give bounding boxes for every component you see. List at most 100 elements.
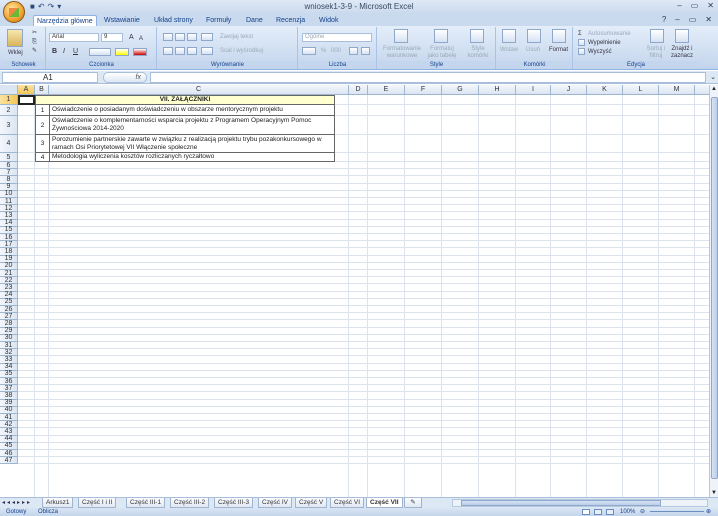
- underline-button[interactable]: U: [73, 48, 78, 56]
- tab-formulas[interactable]: Formuły: [203, 15, 234, 26]
- column-header-e[interactable]: E: [368, 85, 405, 95]
- font-color-icon[interactable]: [133, 48, 147, 56]
- orientation-icon[interactable]: [201, 33, 213, 41]
- column-header-a[interactable]: A: [18, 85, 35, 95]
- column-header-i[interactable]: I: [516, 85, 551, 95]
- align-center-icon[interactable]: [175, 47, 185, 55]
- zoom-level[interactable]: 100%: [620, 508, 635, 516]
- row-header-4[interactable]: 4: [0, 135, 18, 153]
- fill-icon[interactable]: [578, 39, 585, 46]
- borders-icon[interactable]: [89, 48, 111, 56]
- column-header-g[interactable]: G: [442, 85, 479, 95]
- office-button[interactable]: [3, 1, 25, 23]
- autosum-button[interactable]: Autosumowanie: [588, 30, 631, 38]
- close-button[interactable]: ✕: [707, 1, 714, 10]
- tab-home[interactable]: Narzędzia główne: [33, 15, 97, 26]
- workbook-close-button[interactable]: ✕: [705, 15, 712, 24]
- percent-button[interactable]: %: [321, 47, 326, 55]
- table-row[interactable]: 2 Oświadczenie o komplementarności wspar…: [35, 116, 335, 135]
- vertical-scroll-thumb[interactable]: [711, 97, 718, 479]
- row-header-1[interactable]: 1: [0, 95, 18, 105]
- column-header-k[interactable]: K: [587, 85, 623, 95]
- help-icon[interactable]: ?: [662, 15, 666, 24]
- scroll-down-icon[interactable]: ▼: [711, 490, 717, 496]
- workbook-minimize-button[interactable]: –: [675, 15, 679, 24]
- conditional-formatting-button[interactable]: Formatowanie warunkowe: [381, 46, 423, 60]
- table-row[interactable]: 1 Oświadczenie o posiadanym doświadczeni…: [35, 105, 335, 116]
- sheet-tab[interactable]: Część III-2: [170, 498, 210, 508]
- name-box[interactable]: A1: [2, 72, 98, 83]
- increase-decimal-icon[interactable]: [349, 47, 358, 55]
- clear-button[interactable]: Wyczyść: [588, 48, 612, 56]
- sheet-nav-buttons[interactable]: ◂◂◂▸▸▸: [2, 499, 32, 506]
- horizontal-scrollbar[interactable]: [452, 499, 708, 507]
- cell-styles-button[interactable]: Style komórki: [462, 46, 494, 60]
- decrease-decimal-icon[interactable]: [361, 47, 370, 55]
- row-header-47[interactable]: 47: [0, 457, 18, 465]
- worksheet-grid[interactable]: ABCDEFGHIJKLMN 1234567891011121314151617…: [0, 85, 709, 497]
- sheet-tab-active[interactable]: Część VII: [366, 498, 403, 508]
- align-middle-icon[interactable]: [175, 33, 185, 41]
- sheet-tab[interactable]: Część VI: [330, 498, 365, 508]
- sort-filter-icon[interactable]: [650, 29, 664, 43]
- insert-cells-icon[interactable]: [502, 29, 516, 43]
- insert-cells-button[interactable]: Wstaw: [500, 46, 518, 54]
- normal-view-icon[interactable]: [582, 509, 590, 515]
- thousands-button[interactable]: 000: [331, 47, 341, 55]
- align-right-icon[interactable]: [187, 47, 197, 55]
- page-layout-view-icon[interactable]: [594, 509, 602, 515]
- clear-icon[interactable]: [578, 48, 585, 55]
- formula-input[interactable]: [150, 72, 706, 83]
- tab-view[interactable]: Widok: [316, 15, 341, 26]
- shrink-font-button[interactable]: A: [139, 35, 143, 43]
- maximize-button[interactable]: ▭: [691, 1, 699, 10]
- find-select-button[interactable]: Znajdź i zaznacz: [668, 46, 696, 60]
- format-cells-button[interactable]: Format: [549, 46, 568, 54]
- column-header-f[interactable]: F: [405, 85, 442, 95]
- zoom-out-icon[interactable]: ⊖: [640, 508, 645, 516]
- insert-sheet-icon[interactable]: ✎: [404, 498, 422, 508]
- minimize-button[interactable]: –: [677, 1, 681, 10]
- sheet-tab[interactable]: Część IV: [258, 498, 293, 508]
- page-break-view-icon[interactable]: [606, 509, 614, 515]
- merge-center-button[interactable]: Scal i wyśrodkuj: [220, 47, 263, 55]
- tab-insert[interactable]: Wstawianie: [101, 15, 143, 26]
- delete-cells-icon[interactable]: [527, 29, 541, 43]
- format-as-table-icon[interactable]: [434, 29, 448, 43]
- tab-review[interactable]: Recenzja: [273, 15, 308, 26]
- format-cells-icon[interactable]: [552, 29, 566, 43]
- column-header-c[interactable]: C: [49, 85, 349, 95]
- sheet-tab[interactable]: Arkusz1: [42, 498, 74, 508]
- tab-data[interactable]: Dane: [243, 15, 266, 26]
- insert-function-button[interactable]: fx: [103, 72, 147, 83]
- column-header-n[interactable]: N: [695, 85, 709, 95]
- sort-filter-button[interactable]: Sortuj i filtruj: [644, 46, 668, 60]
- expand-formula-bar-icon[interactable]: ⌄: [710, 73, 716, 81]
- indent-icon[interactable]: [201, 47, 213, 55]
- zoom-slider[interactable]: [650, 511, 704, 512]
- vertical-scrollbar[interactable]: ▲ ▼: [709, 85, 718, 497]
- column-header-d[interactable]: D: [349, 85, 368, 95]
- align-top-icon[interactable]: [163, 33, 173, 41]
- tab-page-layout[interactable]: Układ strony: [151, 15, 196, 26]
- number-format-select[interactable]: Ogólne: [302, 33, 372, 42]
- table-row[interactable]: 4 Metodologia wyliczenia kosztów rozlicz…: [35, 153, 335, 162]
- align-bottom-icon[interactable]: [187, 33, 197, 41]
- sheet-tab[interactable]: Część V: [295, 498, 328, 508]
- sigma-icon[interactable]: Σ: [578, 30, 582, 38]
- format-painter-icon[interactable]: ✎: [32, 47, 37, 55]
- column-header-j[interactable]: J: [551, 85, 587, 95]
- column-header-l[interactable]: L: [623, 85, 659, 95]
- workbook-restore-button[interactable]: ▭: [689, 15, 697, 24]
- active-cell-a1[interactable]: [18, 95, 35, 105]
- fill-color-icon[interactable]: [115, 48, 129, 56]
- cut-icon[interactable]: ✂: [32, 29, 37, 37]
- paste-button[interactable]: Wklej: [8, 49, 23, 57]
- row-header-3[interactable]: 3: [0, 116, 18, 135]
- table-row[interactable]: 3 Porozumienie partnerskie zawarte w zwi…: [35, 135, 335, 153]
- conditional-formatting-icon[interactable]: [394, 29, 408, 43]
- sheet-tab[interactable]: Część III-1: [126, 498, 166, 508]
- delete-cells-button[interactable]: Usuń: [526, 46, 540, 54]
- align-left-icon[interactable]: [163, 47, 173, 55]
- italic-button[interactable]: I: [63, 48, 65, 56]
